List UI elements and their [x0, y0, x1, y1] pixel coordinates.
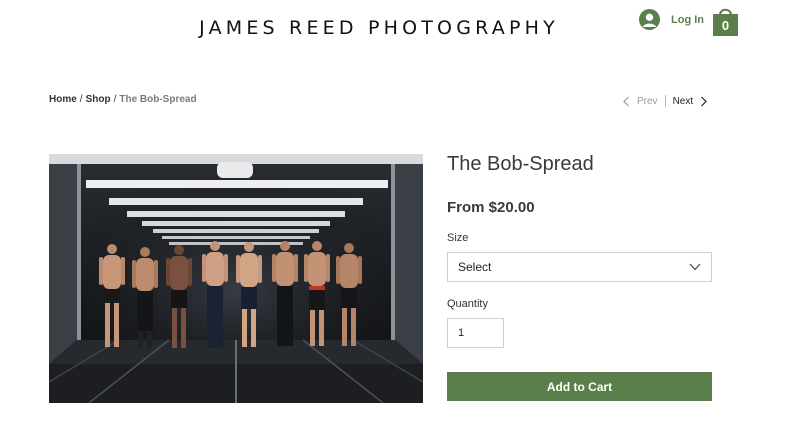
size-select-value: Select: [458, 260, 492, 274]
cart-button[interactable]: 0: [712, 5, 739, 36]
breadcrumb-separator: /: [113, 94, 117, 105]
add-to-cart-button[interactable]: Add to Cart: [447, 372, 712, 401]
product-title: The Bob-Spread: [447, 153, 594, 175]
user-avatar-icon: [639, 9, 660, 30]
login-label: Log In: [671, 13, 704, 26]
size-select[interactable]: Select: [447, 252, 712, 282]
quantity-input[interactable]: [447, 318, 504, 348]
breadcrumb-separator: /: [79, 94, 83, 105]
quantity-label: Quantity: [447, 298, 488, 310]
pager-divider: [664, 95, 666, 107]
cart-count: 0: [721, 18, 730, 33]
login-button[interactable]: Log In: [639, 9, 704, 30]
breadcrumb: Home / Shop / The Bob-Spread: [49, 94, 197, 105]
breadcrumb-current: The Bob-Spread: [119, 94, 197, 105]
breadcrumb-home[interactable]: Home: [49, 94, 77, 105]
chevron-down-icon: [689, 263, 701, 271]
product-photo-illustration: [49, 154, 423, 403]
breadcrumb-shop[interactable]: Shop: [86, 94, 111, 105]
product-price: From $20.00: [447, 199, 535, 216]
prev-label: Prev: [637, 95, 658, 107]
chevron-right-icon: [701, 96, 707, 106]
chevron-left-icon: [623, 96, 629, 106]
next-button[interactable]: Next: [673, 96, 709, 107]
next-label: Next: [672, 95, 694, 107]
prev-button[interactable]: Prev: [622, 96, 658, 107]
product-pager: Prev Next: [622, 95, 708, 107]
product-image[interactable]: [49, 154, 423, 403]
size-label: Size: [447, 232, 469, 244]
